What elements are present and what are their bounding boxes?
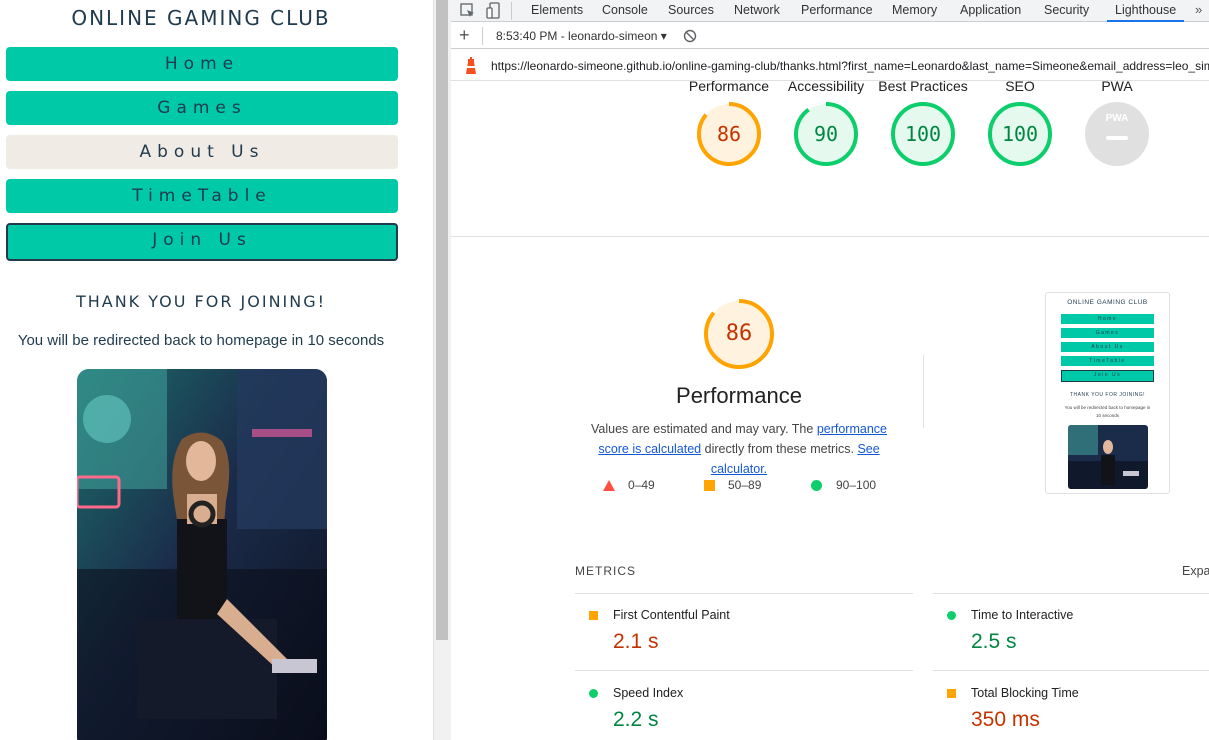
tab-sources[interactable]: Sources — [668, 0, 714, 22]
gauge-pwa[interactable]: PWA — [1084, 101, 1150, 167]
thumb-redirect: You will be redirected back to homepage … — [1064, 405, 1151, 418]
new-report-button[interactable]: + — [459, 25, 470, 46]
performance-score-large: 86 — [725, 321, 753, 346]
gauge-performance[interactable]: 86 — [696, 101, 762, 167]
report-selector-label: 8:53:40 PM - leonardo-simeon — [496, 29, 658, 43]
gauge-seo[interactable]: 100 — [987, 101, 1053, 167]
pwa-badge-text: PWA — [1105, 113, 1129, 124]
tab-network[interactable]: Network — [734, 0, 780, 22]
metric-divider — [575, 593, 913, 594]
tab-performance[interactable]: Performance — [801, 0, 873, 22]
metric-si-value: 2.2 s — [613, 708, 659, 731]
toolbar-separator — [482, 27, 483, 45]
report-url[interactable]: https://leonardo-simeone.github.io/onlin… — [491, 59, 1209, 73]
desc-text: Values are estimated and may vary. The — [591, 422, 817, 436]
performance-heading: Performance — [676, 383, 802, 408]
metric-divider — [933, 670, 1209, 671]
inspect-element-icon[interactable] — [459, 2, 477, 20]
chevron-down-icon: ▾ — [660, 29, 667, 43]
lighthouse-icon — [466, 57, 476, 74]
thumb-nav-games: Games — [1061, 328, 1154, 338]
site-scrollbar[interactable] — [433, 0, 451, 740]
metric-divider — [575, 670, 913, 671]
report-selector[interactable]: 8:53:40 PM - leonardo-simeon ▾ — [496, 29, 667, 43]
thumb-nav-timetable: TimeTable — [1061, 356, 1154, 366]
thumb-nav-home: Home — [1061, 314, 1154, 324]
screen: ONLINE GAMING CLUB Home Games About Us T… — [0, 0, 1209, 740]
metric-tbt-label: Total Blocking Time — [971, 686, 1079, 700]
metric-fcp-value: 2.1 s — [613, 630, 659, 653]
clear-reports-icon[interactable] — [683, 29, 697, 43]
metrics-heading: METRICS — [575, 564, 636, 578]
gauge-label-best-practices: Best Practices — [878, 78, 968, 94]
redirect-message: You will be redirected back to homepage … — [17, 332, 385, 349]
legend-fail: 0–49 — [628, 478, 655, 492]
performance-description: Values are estimated and may vary. The p… — [575, 419, 903, 479]
summary-divider — [451, 236, 1209, 237]
nav-home-button[interactable]: Home — [6, 47, 398, 81]
more-tabs-button[interactable]: » — [1195, 0, 1209, 22]
fail-triangle-icon — [603, 480, 615, 491]
site-title: ONLINE GAMING CLUB — [71, 6, 331, 30]
average-square-icon — [947, 689, 956, 698]
gauge-label-accessibility: Accessibility — [787, 78, 865, 94]
pass-circle-icon — [589, 689, 598, 698]
metric-tbt-value: 350 ms — [971, 708, 1040, 731]
devtools-tab-bar: Elements Console Sources Network Perform… — [451, 0, 1209, 22]
nav-games-button[interactable]: Games — [6, 91, 398, 125]
devtools-panel: Elements Console Sources Network Perform… — [451, 0, 1209, 740]
gamer-photo — [77, 369, 327, 740]
thumb-nav-join: Join Us — [1061, 370, 1154, 382]
section-divider — [923, 355, 924, 428]
gauge-score: 90 — [813, 122, 839, 146]
gauge-label-pwa: PWA — [1101, 78, 1133, 94]
thanks-heading: THANK YOU FOR JOINING! — [75, 292, 327, 311]
thumb-title: ONLINE GAMING CLUB — [1067, 299, 1148, 306]
final-screenshot-thumbnail[interactable]: ONLINE GAMING CLUB Home Games About Us T… — [1045, 292, 1170, 494]
expand-view-toggle[interactable]: Expand view — [1182, 564, 1209, 578]
tab-memory[interactable]: Memory — [892, 0, 937, 22]
legend-pass: 90–100 — [836, 478, 877, 492]
pass-circle-icon — [811, 480, 822, 491]
gauge-score: 100 — [1001, 122, 1039, 146]
nav-about-button[interactable]: About Us — [6, 135, 398, 169]
tab-lighthouse[interactable]: Lighthouse — [1107, 0, 1185, 22]
gauge-label-seo: SEO — [1005, 78, 1035, 94]
gauge-best-practices[interactable]: 100 — [890, 101, 956, 167]
metric-divider — [933, 593, 1209, 594]
thumb-thanks: THANK YOU FOR JOINING! — [1069, 392, 1146, 398]
pass-circle-icon — [947, 611, 956, 620]
metric-si-label: Speed Index — [613, 686, 684, 700]
nav-join-button[interactable]: Join Us — [6, 223, 398, 261]
metric-tti-label: Time to Interactive — [971, 608, 1074, 622]
desc-text: directly from these metrics. — [701, 442, 858, 456]
gauge-score: 100 — [904, 122, 942, 146]
gauge-accessibility[interactable]: 90 — [793, 101, 859, 167]
gauge-label-performance: Performance — [688, 78, 770, 94]
scrollbar-thumb[interactable] — [436, 0, 448, 640]
pwa-badge-icon — [1085, 102, 1149, 166]
legend-average: 50–89 — [728, 478, 762, 492]
website-viewport: ONLINE GAMING CLUB Home Games About Us T… — [0, 0, 433, 740]
tab-security[interactable]: Security — [1044, 0, 1089, 22]
nav-timetable-button[interactable]: TimeTable — [6, 179, 398, 213]
tab-separator — [511, 2, 512, 20]
device-toolbar-icon[interactable] — [485, 2, 503, 20]
metric-tti-value: 2.5 s — [971, 630, 1017, 653]
gauge-score: 86 — [716, 122, 742, 146]
tab-application[interactable]: Application — [960, 0, 1021, 22]
thumb-photo — [1068, 425, 1148, 489]
tab-elements[interactable]: Elements — [531, 0, 583, 22]
thumb-nav-about: About Us — [1061, 342, 1154, 352]
metric-fcp-label: First Contentful Paint — [613, 608, 730, 622]
tab-console[interactable]: Console — [602, 0, 648, 22]
performance-gauge-large: 86 — [703, 298, 775, 370]
average-square-icon — [589, 611, 598, 620]
average-square-icon — [704, 480, 715, 491]
lighthouse-toolbar: + 8:53:40 PM - leonardo-simeon ▾ — [451, 23, 1209, 49]
